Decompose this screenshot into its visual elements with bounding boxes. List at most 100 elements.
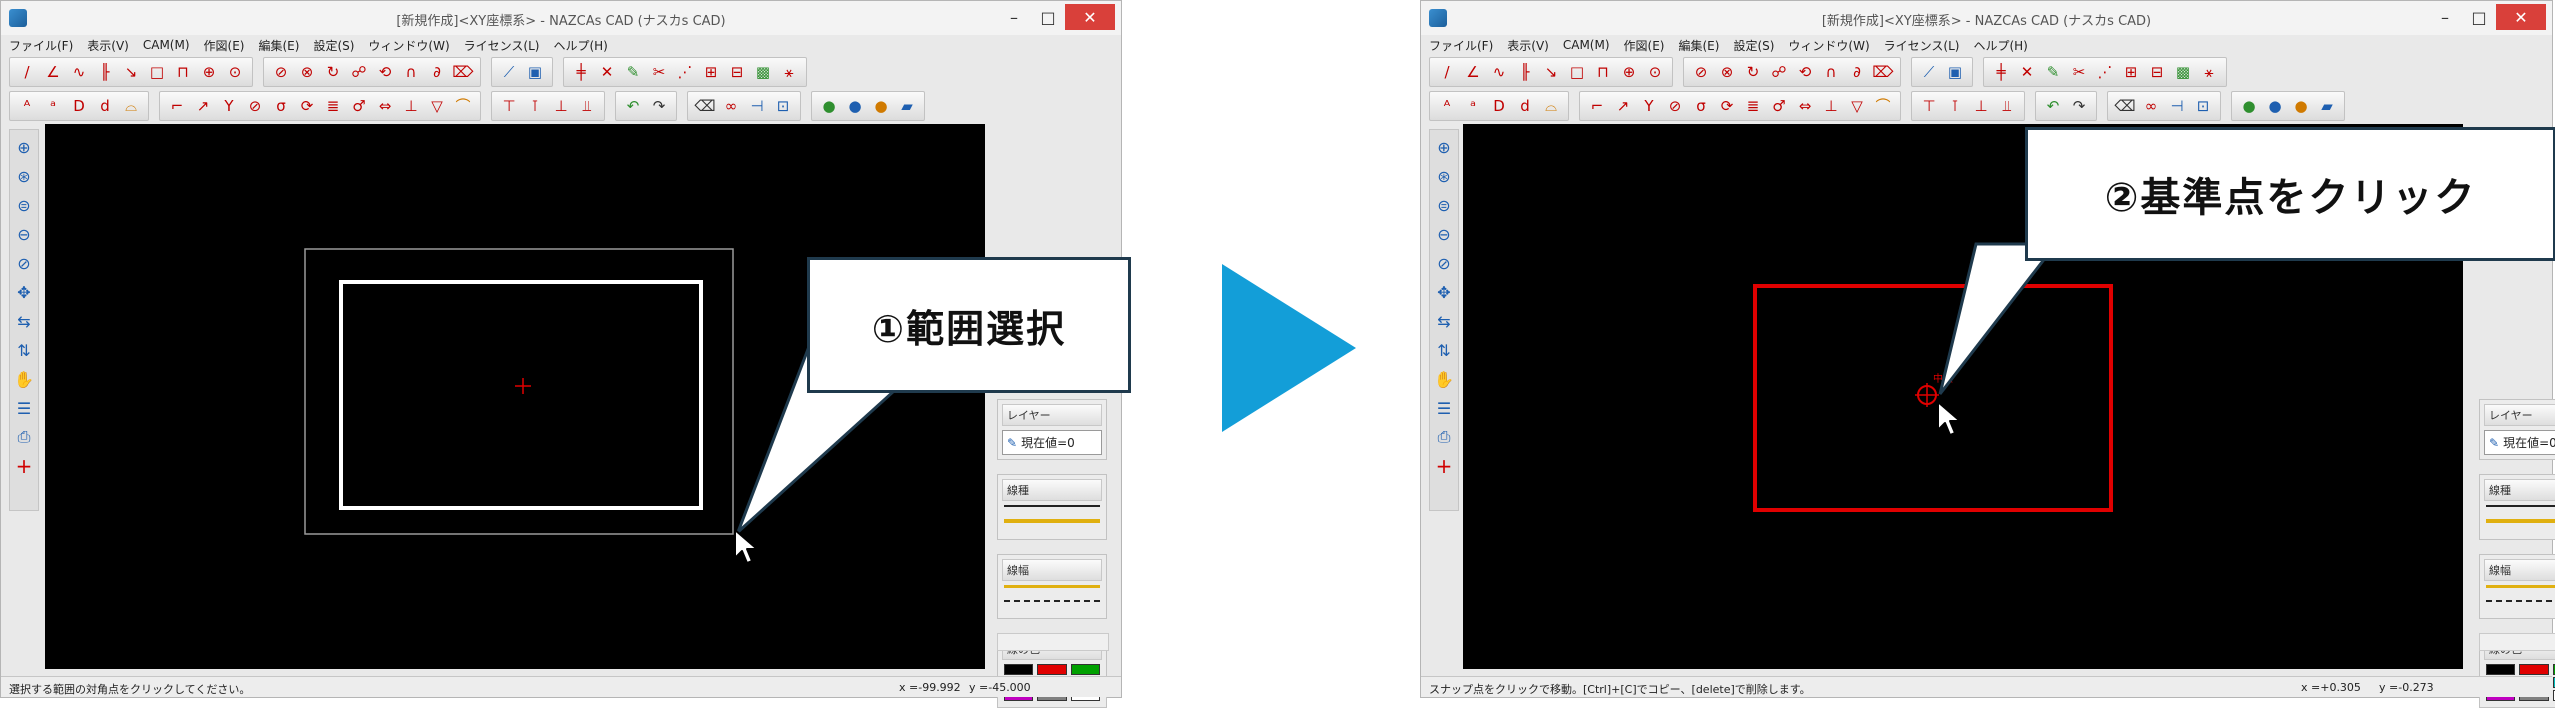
no-icon[interactable]: ⊘ — [1664, 95, 1686, 117]
align-bottom-icon[interactable]: ⊥ — [550, 95, 572, 117]
cap-icon[interactable]: ⌓ — [1540, 95, 1562, 117]
arc-icon[interactable]: ⌒ — [452, 95, 474, 117]
redo-icon[interactable]: ↷ — [648, 95, 670, 117]
cross-icon[interactable]: ✕ — [2016, 61, 2038, 83]
flip-icon[interactable]: ⇅ — [13, 339, 35, 361]
extend-icon[interactable]: ⊗ — [1716, 61, 1738, 83]
mirror-icon[interactable]: ∩ — [400, 61, 422, 83]
rotate-icon[interactable]: ⟲ — [1794, 61, 1816, 83]
dim-text-icon[interactable]: D — [68, 95, 90, 117]
align-bottom-icon[interactable]: ⊥ — [1970, 95, 1992, 117]
circle-icon[interactable]: ⊕ — [198, 61, 220, 83]
plot-icon[interactable]: ⚹ — [778, 61, 800, 83]
align-top-icon[interactable]: ⊤ — [1918, 95, 1940, 117]
text-icon[interactable]: ⊟ — [2146, 61, 2168, 83]
arrow-icon[interactable]: ↘ — [120, 61, 142, 83]
menu-license[interactable]: ライセンス(L) — [464, 37, 540, 54]
menu-license[interactable]: ライセンス(L) — [1884, 37, 1960, 54]
linetype-solid[interactable] — [2486, 505, 2555, 516]
blue-ball-icon[interactable]: ● — [2264, 95, 2286, 117]
select-icon[interactable]: ⟋ — [1918, 61, 1940, 83]
rectangle-shape[interactable] — [339, 280, 703, 510]
color-chip[interactable] — [2519, 664, 2549, 675]
menu-help[interactable]: ヘルプ(H) — [553, 37, 607, 54]
panel-scrollbar[interactable] — [2479, 633, 2555, 651]
chamfer-icon[interactable]: ☍ — [1768, 61, 1790, 83]
measure-icon[interactable]: ⊣ — [746, 95, 768, 117]
no-icon[interactable]: ⊘ — [244, 95, 266, 117]
menu-edit[interactable]: 編集(E) — [1678, 37, 1719, 54]
menu-edit[interactable]: 編集(E) — [258, 37, 299, 54]
eraser-icon[interactable]: ⌫ — [694, 95, 716, 117]
linewidth-selected[interactable] — [2486, 585, 2555, 597]
bend-icon[interactable]: ∂ — [1846, 61, 1868, 83]
align-base-icon[interactable]: ⫫ — [1996, 95, 2018, 117]
frame-icon[interactable]: ⌐ — [166, 95, 188, 117]
zoom-window-icon[interactable]: ⊜ — [13, 194, 35, 216]
list-icon[interactable]: ≣ — [1742, 95, 1764, 117]
link-icon[interactable]: ∞ — [720, 95, 742, 117]
close-button[interactable]: ✕ — [1065, 4, 1115, 30]
menu-settings[interactable]: 設定(S) — [1733, 37, 1774, 54]
fillet-icon[interactable]: ↻ — [1742, 61, 1764, 83]
pan-icon[interactable]: ✥ — [1433, 281, 1455, 303]
blue-ball-icon[interactable]: ● — [844, 95, 866, 117]
flip-icon[interactable]: ⇅ — [1433, 339, 1455, 361]
menu-window[interactable]: ウィンドウ(W) — [368, 37, 449, 54]
chamfer-icon[interactable]: ☍ — [348, 61, 370, 83]
undo-icon[interactable]: ↶ — [622, 95, 644, 117]
minimize-button[interactable]: – — [997, 4, 1031, 30]
cap-icon[interactable]: ⌓ — [120, 95, 142, 117]
refresh-icon[interactable]: ⟳ — [296, 95, 318, 117]
vec-icon[interactable]: ▰ — [896, 95, 918, 117]
arrow-icon[interactable]: ↘ — [1540, 61, 1562, 83]
zoom-fit-icon[interactable]: ⊛ — [13, 165, 35, 187]
color-chip[interactable] — [1070, 664, 1100, 675]
measure-icon[interactable]: ⊣ — [2166, 95, 2188, 117]
menu-draw[interactable]: 作図(E) — [1624, 37, 1665, 54]
orange-ball-icon[interactable]: ● — [2290, 95, 2312, 117]
node-icon[interactable]: ⋰ — [2094, 61, 2116, 83]
align-base-icon[interactable]: ⫫ — [576, 95, 598, 117]
layer-icon[interactable]: ☰ — [1433, 397, 1455, 419]
angle-icon[interactable]: ↗ — [192, 95, 214, 117]
mirror-icon[interactable]: ∩ — [1820, 61, 1842, 83]
trim-icon[interactable]: ⊘ — [1690, 61, 1712, 83]
redo-icon[interactable]: ↷ — [2068, 95, 2090, 117]
panel-scrollbar[interactable] — [997, 633, 1109, 651]
polyline-icon[interactable]: ∠ — [1462, 61, 1484, 83]
target-icon[interactable]: ⊙ — [1644, 61, 1666, 83]
grid-icon[interactable]: ╪ — [570, 61, 592, 83]
zoom-window-icon[interactable]: ⊜ — [1433, 194, 1455, 216]
dimension-icon[interactable]: ╟ — [1514, 61, 1536, 83]
route-icon[interactable]: ⊡ — [2192, 95, 2214, 117]
linetype-selected[interactable] — [2486, 519, 2555, 532]
menu-view[interactable]: 表示(V) — [1507, 37, 1549, 54]
pin-icon[interactable]: ♂ — [348, 95, 370, 117]
dd-icon[interactable]: d — [1514, 95, 1536, 117]
curve-icon[interactable]: ∿ — [1488, 61, 1510, 83]
color-chip[interactable] — [2486, 664, 2516, 675]
plot-icon[interactable]: ⚹ — [2198, 61, 2220, 83]
image-icon[interactable]: ▩ — [2172, 61, 2194, 83]
maximize-button[interactable]: □ — [2462, 4, 2496, 30]
zoom-prev-icon[interactable]: ⊘ — [13, 252, 35, 274]
circle-icon[interactable]: ⊕ — [1618, 61, 1640, 83]
v-icon[interactable]: ▽ — [1846, 95, 1868, 117]
menu-settings[interactable]: 設定(S) — [313, 37, 354, 54]
layer-button[interactable]: ✎ 現在値=0 — [1002, 430, 1102, 455]
extend-icon[interactable]: ⊗ — [296, 61, 318, 83]
linewidth-selected[interactable] — [1004, 585, 1100, 597]
vec-icon[interactable]: ▰ — [2316, 95, 2338, 117]
hand-icon[interactable]: ✋ — [13, 368, 35, 390]
polyline-icon[interactable]: ∠ — [42, 61, 64, 83]
layer-button[interactable]: ✎ 現在値=0 — [2484, 430, 2555, 455]
xy-icon[interactable]: ⇔ — [1794, 95, 1816, 117]
font-icon[interactable]: ᵃ — [1462, 95, 1484, 117]
xy-icon[interactable]: ⇔ — [374, 95, 396, 117]
rotate-icon[interactable]: ⟲ — [374, 61, 396, 83]
window-select-icon[interactable]: ▣ — [1944, 61, 1966, 83]
node-icon[interactable]: ⋰ — [674, 61, 696, 83]
menu-file[interactable]: ファイル(F) — [9, 37, 73, 54]
spline-icon[interactable]: σ — [1690, 95, 1712, 117]
